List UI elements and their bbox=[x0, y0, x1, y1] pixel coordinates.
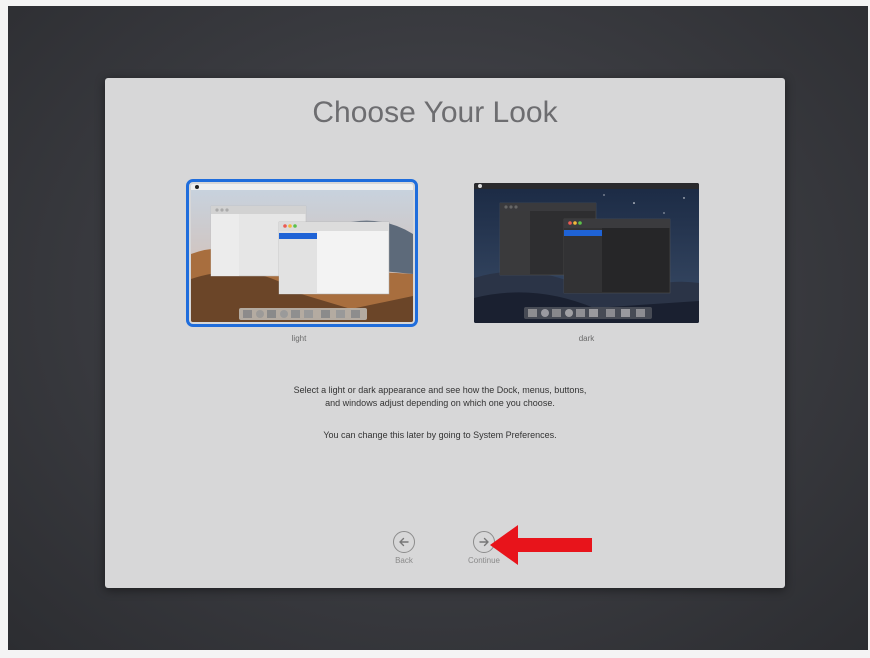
arrow-left-circle-icon bbox=[393, 531, 415, 553]
appearance-option-dark[interactable]: dark bbox=[474, 183, 700, 349]
description-note: You can change this later by going to Sy… bbox=[323, 430, 557, 440]
red-pointer-arrow bbox=[490, 525, 592, 565]
light-preview-image bbox=[191, 184, 413, 322]
option-label-light: light bbox=[291, 334, 307, 343]
description-line-2: and windows adjust depending on which on… bbox=[325, 398, 555, 408]
page-title: Choose Your Look bbox=[312, 96, 558, 129]
description-line-1: Select a light or dark appearance and se… bbox=[293, 385, 587, 395]
appearance-option-light[interactable]: light bbox=[186, 179, 418, 349]
back-button[interactable]: Back bbox=[379, 531, 429, 565]
back-label: Back bbox=[395, 556, 413, 565]
dark-preview-image bbox=[474, 183, 699, 323]
option-label-dark: dark bbox=[578, 334, 595, 343]
